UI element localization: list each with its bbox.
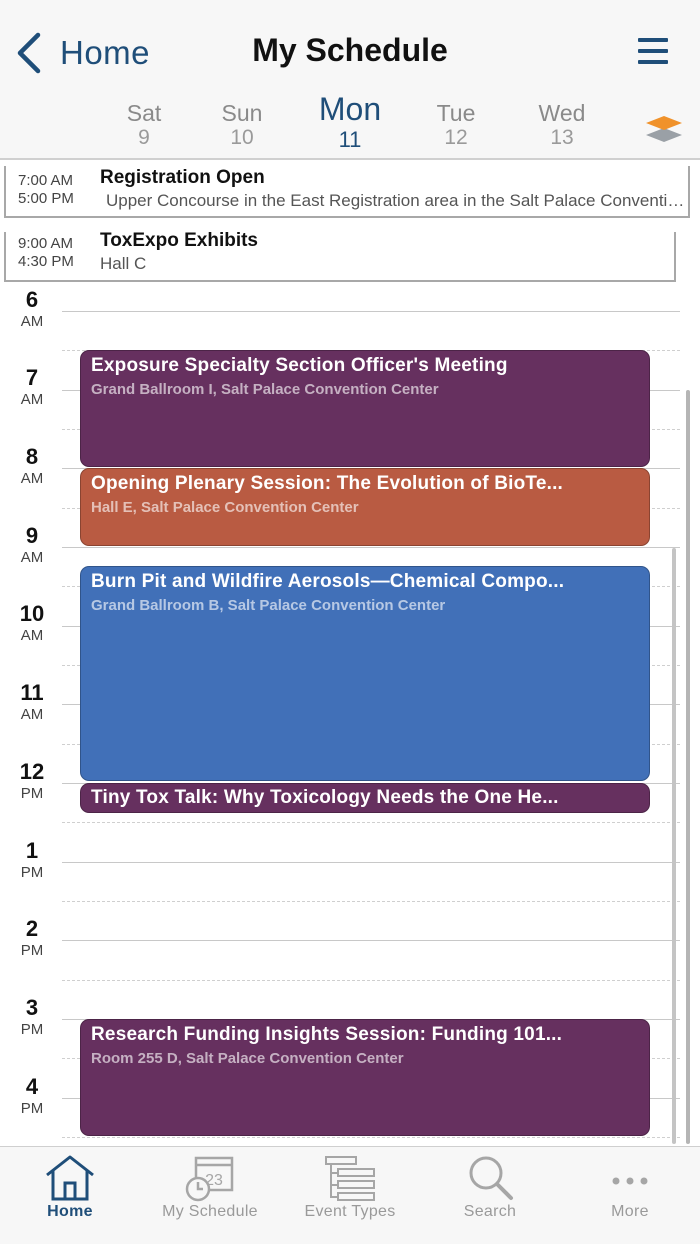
hamburger-menu-icon[interactable]: [638, 38, 668, 68]
tab-search[interactable]: Search: [420, 1147, 560, 1244]
hour-label: 12 PM: [19, 759, 45, 803]
home-icon: [46, 1155, 94, 1201]
event-title: Exposure Specialty Section Officer's Mee…: [91, 355, 508, 376]
event-end-time: 4:30 PM: [18, 253, 74, 270]
event-title: ToxExpo Exhibits: [100, 230, 259, 251]
day-sun[interactable]: Sun 10: [202, 100, 282, 150]
event-title: Tiny Tox Talk: Why Toxicology Needs the …: [91, 787, 559, 808]
day-name: Wed: [538, 100, 586, 126]
header: Home My Schedule Sat 9 Sun 10 Mon 11 Tue…: [0, 0, 700, 160]
hour-label: 2 PM: [20, 916, 44, 960]
page-title: My Schedule: [252, 32, 448, 68]
hour-label: 10 AM: [19, 601, 45, 645]
event-start-time: 9:00 AM: [18, 235, 74, 252]
event-block[interactable]: Burn Pit and Wildfire Aerosols—Chemical …: [80, 566, 650, 781]
hour-label: 9 AM: [20, 523, 44, 567]
event-location: Hall E, Salt Palace Convention Center: [91, 499, 359, 516]
hour-line: [62, 940, 680, 941]
calendar-clock-icon: 23: [185, 1156, 234, 1202]
tab-bar: Home 23 My Schedule Event Types Search M…: [0, 1146, 700, 1244]
hour-label: 1 PM: [20, 838, 44, 882]
event-end-time: 5:00 PM: [18, 190, 74, 207]
day-number: 10: [230, 126, 254, 149]
event-location: Upper Concourse in the East Registration…: [106, 191, 686, 210]
tab-label: More: [611, 1203, 649, 1220]
event-block[interactable]: Tiny Tox Talk: Why Toxicology Needs the …: [80, 783, 650, 813]
event-title: Opening Plenary Session: The Evolution o…: [91, 473, 564, 494]
hour-line: [62, 311, 680, 312]
event-start-time: 7:00 AM: [18, 172, 74, 189]
list-tree-icon: [325, 1156, 375, 1201]
layers-icon[interactable]: [644, 112, 684, 144]
tab-my-schedule[interactable]: 23 My Schedule: [140, 1147, 280, 1244]
tab-event-types[interactable]: Event Types: [280, 1147, 420, 1244]
half-hour-line: [62, 822, 680, 823]
hour-label: 8 AM: [20, 444, 44, 488]
tab-more[interactable]: More: [560, 1147, 700, 1244]
allday-event-toxexpo[interactable]: 9:00 AM 4:30 PM ToxExpo Exhibits Hall C: [4, 230, 676, 282]
more-dots-icon: [612, 1177, 648, 1185]
day-mon[interactable]: Mon 11: [310, 91, 390, 153]
event-block[interactable]: Opening Plenary Session: The Evolution o…: [80, 468, 650, 546]
day-sat[interactable]: Sat 9: [104, 100, 184, 150]
tab-label: Search: [463, 1203, 517, 1220]
hour-label: 4 PM: [20, 1074, 44, 1118]
event-title: Research Funding Insights Session: Fundi…: [91, 1024, 563, 1045]
day-name: Sun: [221, 100, 263, 126]
day-number: 12: [444, 126, 468, 149]
allday-event-registration[interactable]: 7:00 AM 5:00 PM Registration Open Upper …: [4, 166, 690, 218]
day-name: Tue: [436, 100, 476, 126]
event-location: Grand Ballroom B, Salt Palace Convention…: [91, 597, 446, 614]
event-location: Room 255 D, Salt Palace Convention Cente…: [91, 1050, 404, 1067]
hour-line: [62, 547, 680, 548]
day-number: 13: [550, 126, 574, 149]
scrollbar-secondary[interactable]: [672, 548, 676, 1144]
event-title: Registration Open: [100, 167, 265, 188]
hour-label: 3 PM: [20, 995, 44, 1039]
day-name: Mon: [318, 91, 382, 127]
hour-label: 7 AM: [20, 365, 44, 409]
event-location: Hall C: [100, 254, 147, 273]
scrollbar[interactable]: [686, 390, 690, 1144]
event-block[interactable]: Research Funding Insights Session: Fundi…: [80, 1019, 650, 1136]
half-hour-line: [62, 901, 680, 902]
tab-label: Event Types: [304, 1203, 396, 1220]
hour-label: 11 AM: [20, 680, 44, 724]
event-location: Grand Ballroom I, Salt Palace Convention…: [91, 381, 439, 398]
half-hour-line: [62, 1137, 680, 1138]
event-title: Burn Pit and Wildfire Aerosols—Chemical …: [91, 571, 565, 592]
event-block[interactable]: Exposure Specialty Section Officer's Mee…: [80, 350, 650, 467]
day-name: Sat: [126, 100, 162, 126]
tab-label: Home: [47, 1203, 93, 1220]
day-number: 9: [138, 126, 150, 149]
hour-label: 6 AM: [20, 287, 44, 331]
search-icon: [469, 1156, 513, 1200]
tab-label: My Schedule: [162, 1203, 258, 1220]
day-number: 11: [338, 127, 362, 152]
hour-line: [62, 862, 680, 863]
day-wed[interactable]: Wed 13: [522, 100, 602, 150]
tab-home[interactable]: Home: [0, 1147, 140, 1244]
day-tue[interactable]: Tue 12: [416, 100, 496, 150]
half-hour-line: [62, 980, 680, 981]
